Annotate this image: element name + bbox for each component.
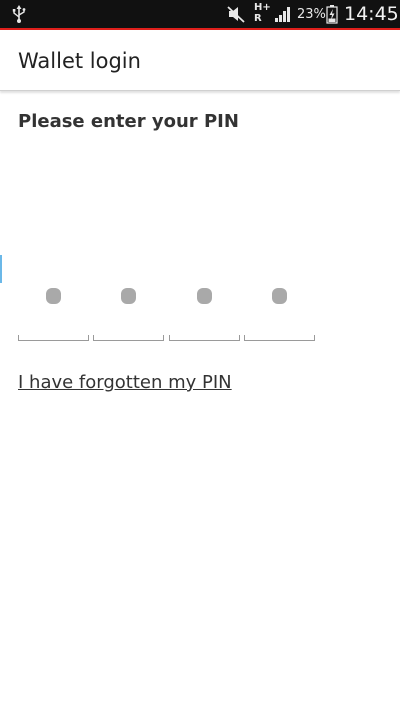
- pin-dot: [121, 288, 136, 304]
- pin-digit-field[interactable]: [169, 280, 240, 341]
- battery-percent: 23%: [297, 7, 326, 22]
- signal-icon: [274, 4, 292, 24]
- pin-digit-field[interactable]: [93, 280, 164, 341]
- usb-icon: [10, 4, 28, 24]
- pin-dot: [272, 288, 287, 304]
- pin-dot: [46, 288, 61, 304]
- pin-digit-field[interactable]: [244, 280, 315, 341]
- battery-icon: [326, 4, 338, 24]
- edge-indicator: [0, 255, 2, 283]
- pin-digit-field[interactable]: [18, 280, 89, 341]
- pin-entry[interactable]: [18, 280, 318, 344]
- forgot-pin-link[interactable]: I have forgotten my PIN: [18, 372, 232, 393]
- clock: 14:45: [344, 3, 399, 25]
- page-title: Wallet login: [18, 49, 141, 73]
- network-type-label: H+ R: [254, 2, 271, 24]
- status-bar: H+ R 23% 14:45: [0, 0, 400, 30]
- mute-icon: [226, 4, 246, 24]
- action-bar: Wallet login: [0, 30, 400, 91]
- pin-dot: [197, 288, 212, 304]
- pin-prompt: Please enter your PIN: [18, 111, 239, 132]
